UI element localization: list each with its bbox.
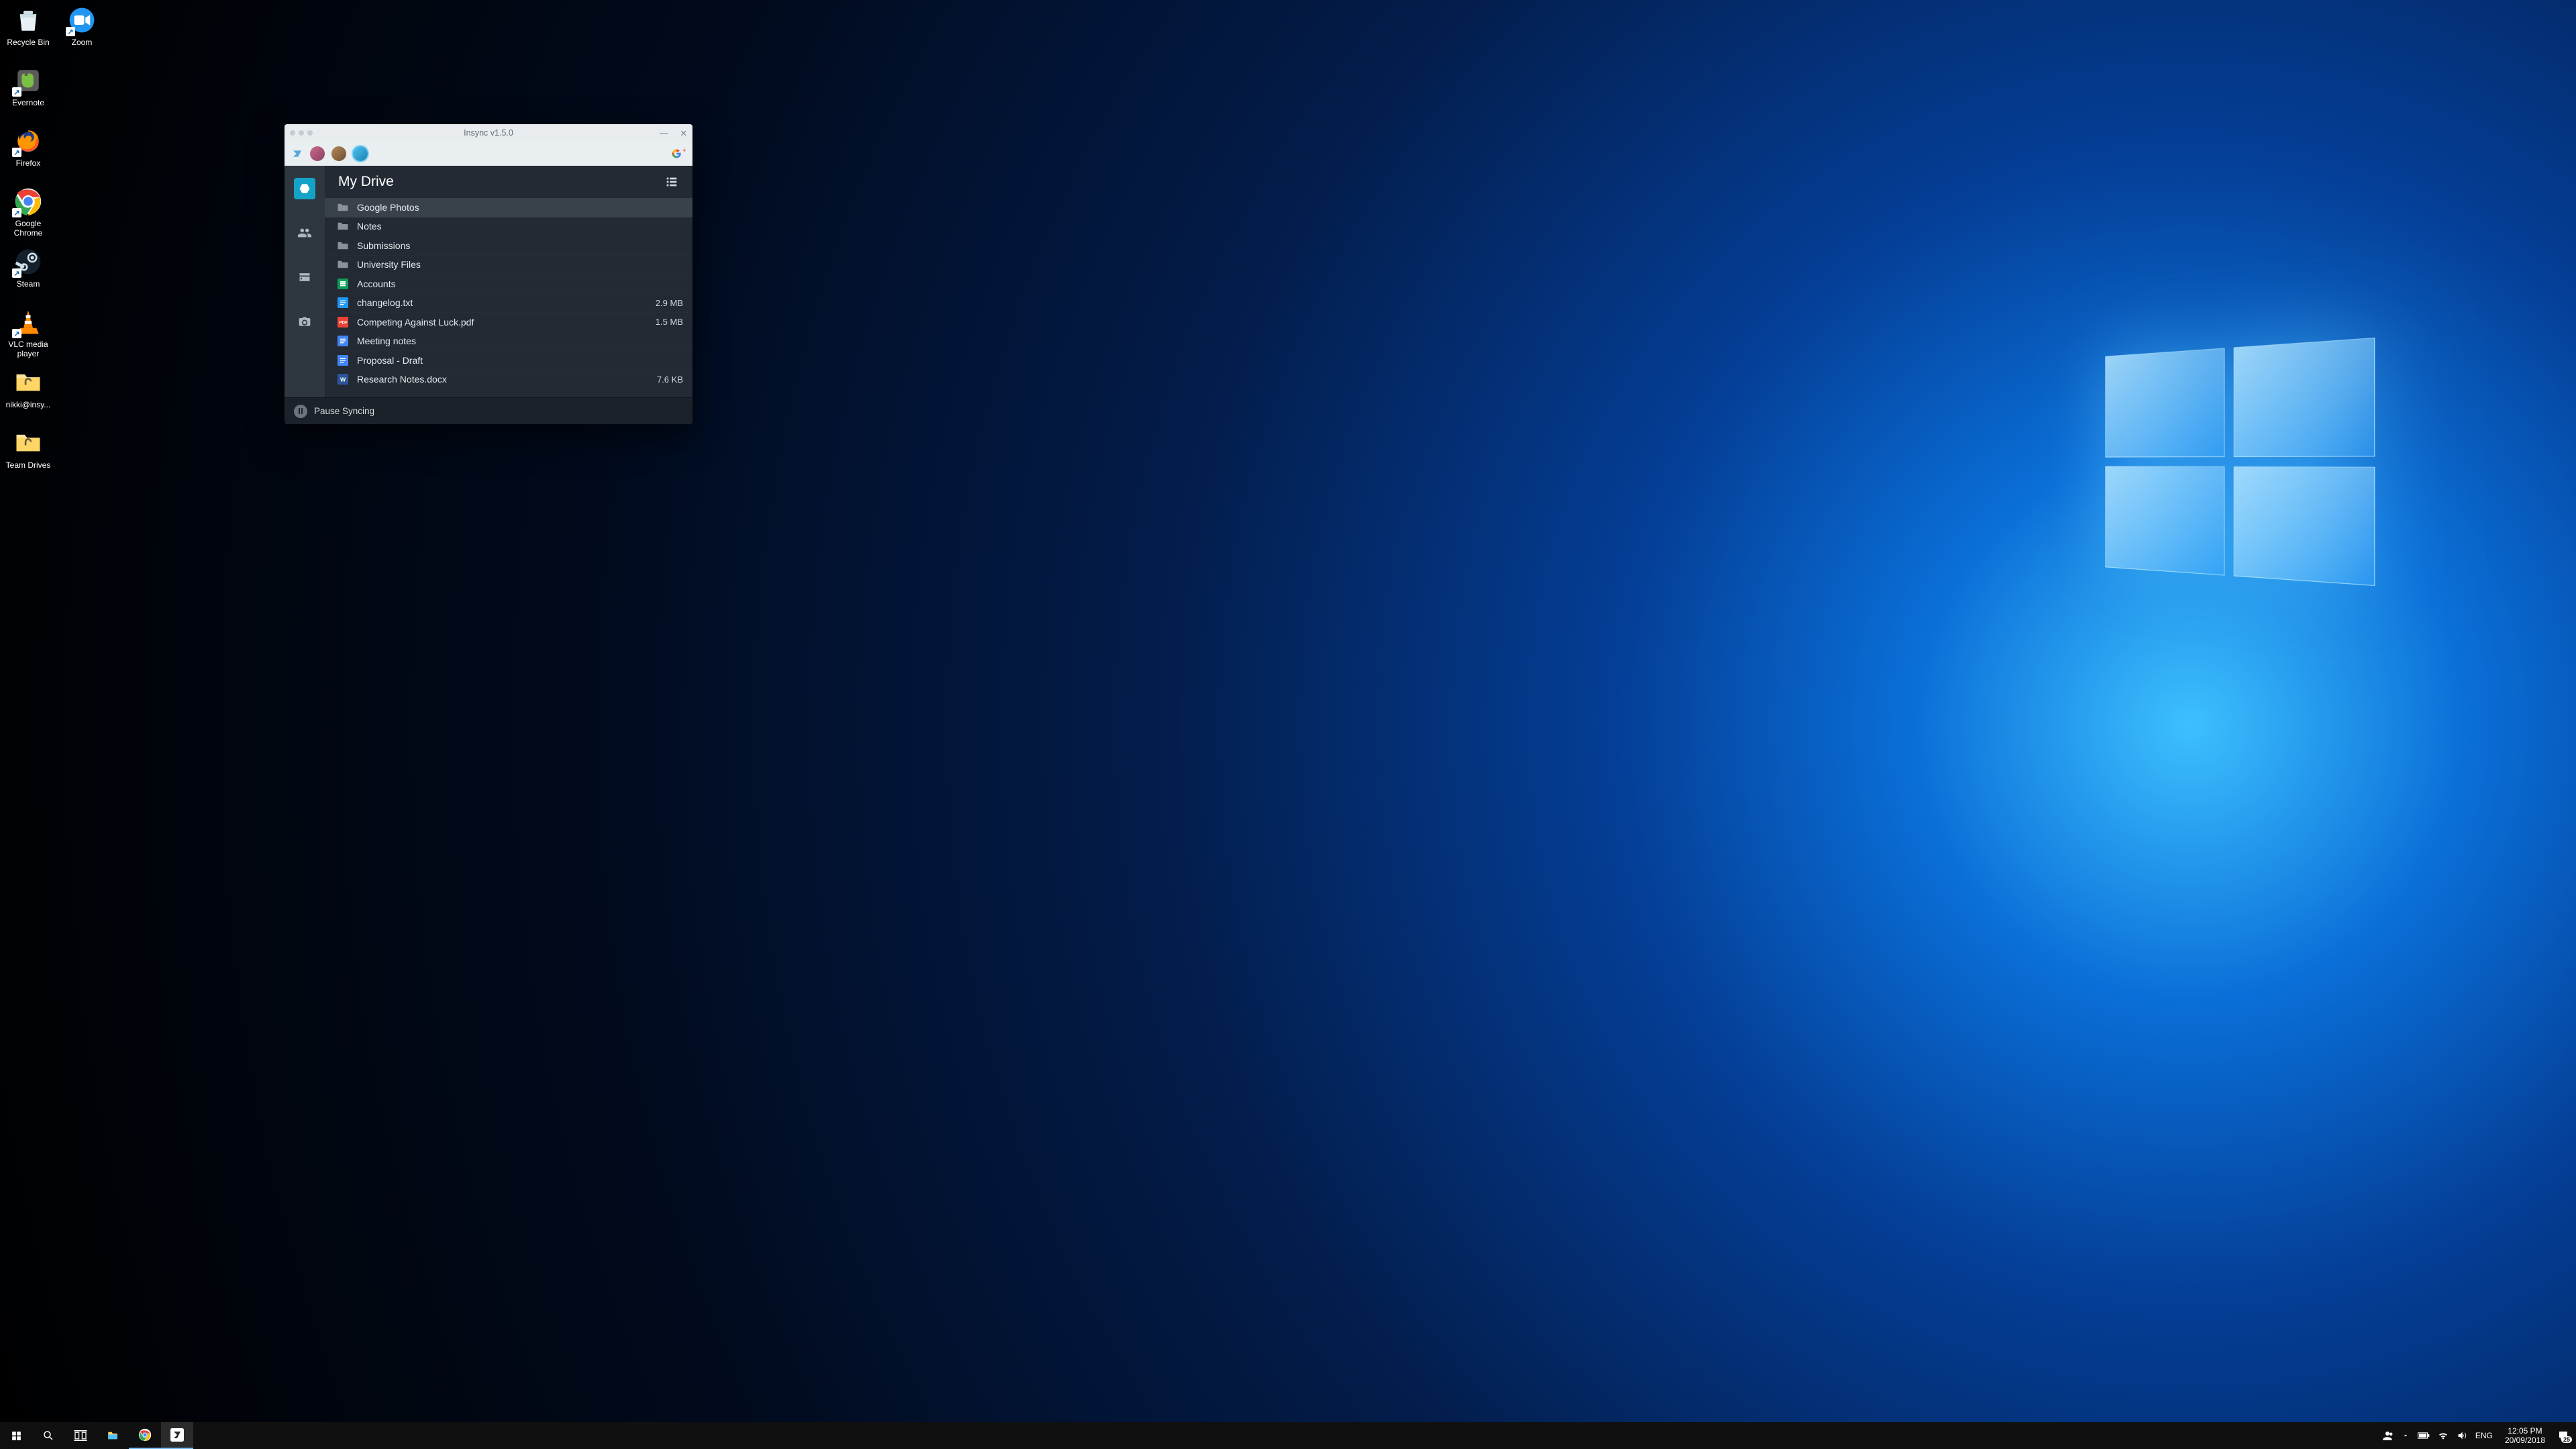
people-icon[interactable] bbox=[2381, 1430, 2393, 1442]
sidebar-item-shared[interactable] bbox=[294, 222, 315, 244]
file-row[interactable]: Notes bbox=[325, 217, 692, 237]
folder-icon bbox=[337, 221, 349, 232]
txt-icon bbox=[337, 297, 349, 308]
tray-chevron-icon[interactable] bbox=[2402, 1432, 2410, 1440]
start-button[interactable] bbox=[0, 1422, 32, 1449]
account-bar: + bbox=[285, 142, 692, 166]
folder-icon bbox=[337, 259, 349, 270]
account-avatar-3-active[interactable] bbox=[353, 146, 368, 161]
account-avatar-2[interactable] bbox=[331, 146, 346, 161]
sidebar-item-settings[interactable] bbox=[294, 311, 315, 332]
search-button[interactable] bbox=[32, 1422, 64, 1449]
window-traffic-dots bbox=[290, 130, 313, 136]
volume-icon[interactable] bbox=[2457, 1430, 2467, 1441]
insync-menu-icon[interactable] bbox=[291, 148, 303, 160]
pdf-icon: PDF bbox=[337, 317, 349, 328]
titlebar[interactable]: Insync v1.5.0 — ✕ bbox=[285, 124, 692, 142]
file-row[interactable]: W Research Notes.docx 7.6 KB bbox=[325, 370, 692, 390]
add-google-account-button[interactable]: + bbox=[671, 146, 686, 161]
desktop-icon-team-drives[interactable]: Team Drives bbox=[3, 426, 54, 482]
file-row[interactable]: Meeting notes bbox=[325, 332, 692, 352]
file-size: 7.6 KB bbox=[657, 374, 683, 385]
close-button[interactable]: ✕ bbox=[680, 128, 687, 138]
wallpaper-windows-logo bbox=[2105, 338, 2375, 586]
desktop-icon-zoom[interactable]: ↗Zoom bbox=[56, 3, 107, 59]
file-name: Google Photos bbox=[357, 202, 683, 213]
notification-badge: 25 bbox=[2561, 1436, 2572, 1443]
folder-icon bbox=[337, 202, 349, 213]
file-name: Notes bbox=[357, 221, 683, 232]
gsheet-icon bbox=[337, 279, 349, 289]
file-name: Research Notes.docx bbox=[357, 374, 649, 385]
insync-window: Insync v1.5.0 — ✕ + bbox=[285, 124, 692, 424]
clock[interactable]: 12:05 PM 20/09/2018 bbox=[2501, 1426, 2549, 1446]
sidebar-item-my-drive[interactable] bbox=[294, 178, 315, 199]
gdoc-icon bbox=[337, 355, 349, 366]
file-name: Competing Against Luck.pdf bbox=[357, 317, 648, 328]
sidebar bbox=[285, 166, 325, 397]
pause-sync-label[interactable]: Pause Syncing bbox=[314, 406, 374, 416]
minimize-button[interactable]: — bbox=[660, 128, 668, 138]
file-name: Meeting notes bbox=[357, 336, 683, 346]
file-row[interactable]: PDF Competing Against Luck.pdf 1.5 MB bbox=[325, 313, 692, 332]
desktop-icons-col2: ↗Zoom bbox=[56, 3, 107, 63]
desktop-icon-nikki-insy-[interactable]: nikki@insy... bbox=[3, 365, 54, 421]
desktop-icon-vlc-media-player[interactable]: ↗VLC media player bbox=[3, 305, 54, 361]
file-row[interactable]: Proposal - Draft bbox=[325, 351, 692, 370]
task-view-button[interactable] bbox=[64, 1422, 97, 1449]
file-size: 1.5 MB bbox=[656, 317, 683, 327]
file-name: Accounts bbox=[357, 279, 683, 289]
wifi-icon[interactable] bbox=[2438, 1430, 2449, 1441]
file-name: University Files bbox=[357, 259, 683, 270]
view-options-icon[interactable] bbox=[664, 174, 679, 189]
file-list: Google Photos Notes Submissions University … bbox=[325, 198, 692, 397]
svg-text:+: + bbox=[682, 147, 686, 153]
account-avatar-1[interactable] bbox=[310, 146, 325, 161]
taskbar: ENG 12:05 PM 20/09/2018 25 bbox=[0, 1422, 2576, 1449]
desktop-icon-evernote[interactable]: ↗Evernote bbox=[3, 63, 54, 119]
file-row[interactable]: Submissions bbox=[325, 236, 692, 256]
sidebar-item-team-drives[interactable] bbox=[294, 266, 315, 288]
file-size: 2.9 MB bbox=[656, 298, 683, 308]
taskbar-file-explorer[interactable] bbox=[97, 1422, 129, 1449]
file-name: Proposal - Draft bbox=[357, 355, 683, 366]
main-pane: My Drive Google Photos Notes Submissions Un… bbox=[325, 166, 692, 397]
desktop-icon-google-chrome[interactable]: ↗Google Chrome bbox=[3, 184, 54, 240]
folder-icon bbox=[337, 240, 349, 251]
desktop-icon-firefox[interactable]: ↗Firefox bbox=[3, 123, 54, 180]
taskbar-insync[interactable] bbox=[161, 1422, 193, 1449]
desktop-icons-col1: Recycle Bin↗Evernote↗Firefox↗Google Chro… bbox=[3, 3, 54, 486]
file-row[interactable]: Accounts bbox=[325, 274, 692, 294]
desktop-icon-recycle-bin[interactable]: Recycle Bin bbox=[3, 3, 54, 59]
svg-text:PDF: PDF bbox=[340, 321, 348, 325]
word-icon: W bbox=[337, 374, 349, 385]
clock-date: 20/09/2018 bbox=[2505, 1436, 2545, 1445]
battery-icon[interactable] bbox=[2418, 1432, 2430, 1440]
desktop-icon-steam[interactable]: ↗Steam bbox=[3, 244, 54, 301]
svg-text:W: W bbox=[340, 377, 346, 383]
file-row[interactable]: Google Photos bbox=[325, 198, 692, 217]
clock-time: 12:05 PM bbox=[2505, 1426, 2545, 1436]
action-center-icon[interactable]: 25 bbox=[2557, 1430, 2569, 1442]
page-title: My Drive bbox=[338, 174, 394, 190]
pause-sync-button[interactable] bbox=[294, 405, 307, 418]
file-name: Submissions bbox=[357, 240, 683, 251]
taskbar-chrome[interactable] bbox=[129, 1422, 161, 1449]
file-row[interactable]: changelog.txt 2.9 MB bbox=[325, 294, 692, 313]
language-indicator[interactable]: ENG bbox=[2475, 1431, 2493, 1440]
window-title: Insync v1.5.0 bbox=[285, 128, 692, 138]
status-footer: Pause Syncing bbox=[285, 397, 692, 424]
system-tray: ENG 12:05 PM 20/09/2018 25 bbox=[2375, 1422, 2576, 1449]
file-row[interactable]: University Files bbox=[325, 256, 692, 275]
file-name: changelog.txt bbox=[357, 297, 648, 308]
gdoc-icon bbox=[337, 336, 349, 346]
